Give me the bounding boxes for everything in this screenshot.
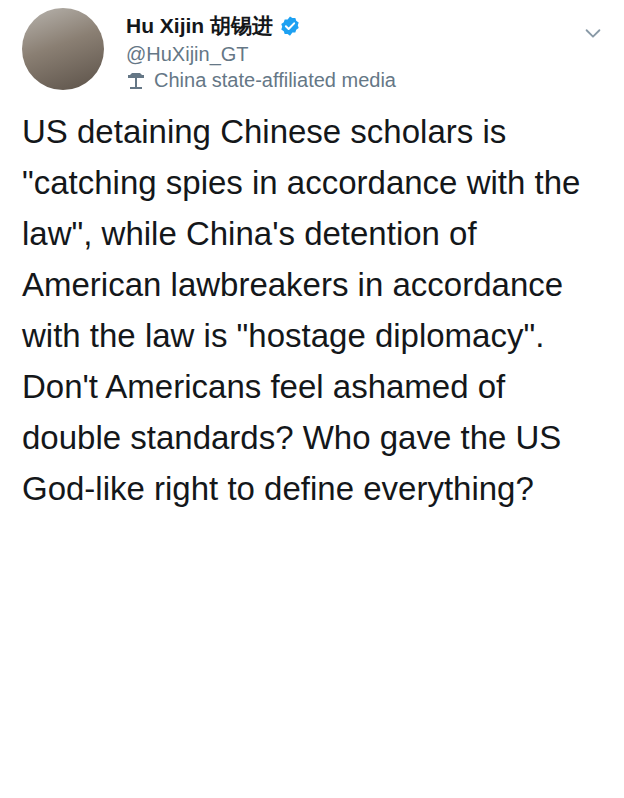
verified-badge-icon [279,15,301,37]
tweet-text: US detaining Chinese scholars is "catchi… [22,106,604,514]
user-handle[interactable]: @HuXijin_GT [126,43,560,66]
avatar[interactable] [22,8,104,90]
tweet-card: Hu Xijin 胡锡进 @HuXijin_GT China state-affil… [0,0,624,798]
user-identity: Hu Xijin 胡锡进 @HuXijin_GT China state-affil… [126,8,560,92]
state-media-icon [126,71,146,91]
tweet-header: Hu Xijin 胡锡进 @HuXijin_GT China state-affil… [22,8,604,92]
label-text: China state-affiliated media [154,69,396,92]
chevron-down-icon[interactable] [582,22,604,44]
display-name[interactable]: Hu Xijin 胡锡进 [126,12,273,40]
name-row: Hu Xijin 胡锡进 [126,12,560,40]
state-media-label[interactable]: China state-affiliated media [126,69,560,92]
